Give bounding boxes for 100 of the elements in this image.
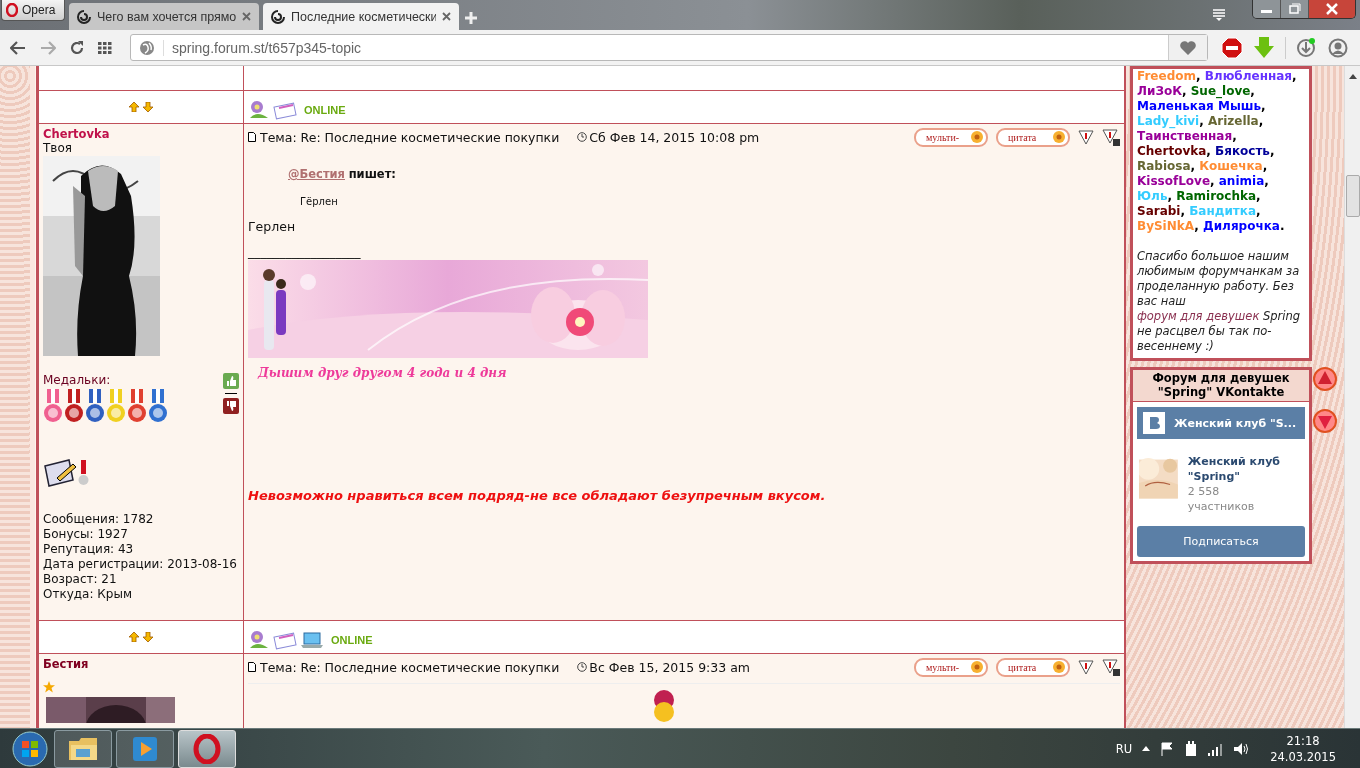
thumbs-up-icon[interactable] [223, 373, 239, 389]
subscribe-button[interactable]: Подписаться [1137, 526, 1305, 557]
profile-icon[interactable] [1328, 37, 1348, 58]
medal-icon [85, 389, 105, 424]
member-link[interactable]: Sarabi [1137, 204, 1181, 218]
author-name[interactable]: Chertovka [43, 127, 110, 141]
member-link[interactable]: Влюбленная [1204, 69, 1292, 83]
punctuation-text: , [1256, 204, 1261, 218]
post-subject[interactable]: Тема: Re: Последние косметические покупки [260, 659, 560, 675]
punctuation-text: , [1256, 189, 1261, 203]
post-date: Сб Фев 14, 2015 10:08 pm [589, 129, 760, 145]
punctuation-text: , [1262, 159, 1268, 173]
post-action-button[interactable]: мульти- [914, 657, 988, 677]
play-icon [131, 734, 159, 763]
maximize-icon[interactable] [1280, 0, 1308, 18]
member-link[interactable]: Sue_love [1190, 84, 1251, 98]
flag-icon[interactable] [1160, 741, 1175, 756]
member-link[interactable]: Rabiosa [1137, 159, 1191, 173]
warning-icon[interactable] [1078, 129, 1094, 145]
medal-icon [64, 389, 84, 424]
post-action-button[interactable]: цитата [996, 657, 1070, 677]
member-link[interactable]: Таинственная [1137, 129, 1233, 143]
locked-warning-icon[interactable] [1102, 658, 1120, 676]
locked-warning-icon[interactable] [1102, 128, 1120, 146]
show-hidden-icons-icon[interactable] [1142, 746, 1151, 751]
taskbar-app-button[interactable] [54, 729, 112, 768]
reload-icon[interactable] [70, 40, 84, 55]
punctuation-text: , [1195, 69, 1201, 83]
start-button[interactable] [10, 730, 50, 767]
punctuation-text: , [1167, 189, 1173, 203]
member-link[interactable]: Дилярочка [1203, 219, 1280, 233]
vk-logo-icon [1143, 412, 1165, 434]
post-action-button[interactable]: цитата [996, 127, 1070, 147]
taskbar-app-button[interactable] [116, 729, 174, 768]
scrollbar[interactable] [1344, 66, 1360, 728]
clock-icon [577, 132, 588, 142]
address-field[interactable]: spring.forum.st/t657p345-topic [130, 34, 1208, 61]
language-indicator[interactable]: RU [1115, 741, 1133, 756]
close-icon[interactable] [242, 12, 251, 21]
member-link[interactable]: KissofLove [1137, 174, 1210, 188]
punctuation-text: , [1190, 159, 1196, 173]
letter-icon[interactable] [273, 100, 297, 120]
arrow-down-icon[interactable] [143, 102, 153, 112]
close-icon[interactable] [1308, 0, 1355, 18]
browser-tab[interactable]: Чего вам хочется прямо [69, 3, 259, 30]
medal-icon [127, 389, 147, 424]
post-action-button[interactable]: мульти- [914, 127, 988, 147]
new-tab-icon[interactable] [465, 12, 477, 24]
widget-title: Форум для девушек "Spring" VKontakte [1133, 370, 1309, 402]
punctuation-text: . [1279, 219, 1285, 233]
clock[interactable]: 21:18 24.03.2015 [1270, 732, 1336, 765]
close-icon[interactable] [442, 12, 451, 21]
group-name[interactable]: Женский клуб "Spring" [1187, 454, 1303, 484]
forum-link[interactable]: форум для девушек [1137, 309, 1260, 323]
laptop-icon[interactable] [300, 630, 324, 650]
thumbs-down-icon[interactable] [223, 398, 239, 414]
flower-icon [1052, 660, 1066, 674]
flower-icon[interactable] [248, 100, 270, 120]
member-link[interactable]: Chertovka [1137, 144, 1207, 158]
member-link[interactable]: animia [1218, 174, 1265, 188]
user-rank: Твоя [43, 141, 72, 155]
opera-logo-icon [193, 733, 221, 764]
member-link[interactable]: Бякость [1215, 144, 1270, 158]
letter-icon[interactable] [273, 630, 297, 650]
arrow-up-icon[interactable] [129, 632, 139, 642]
arrow-up-icon[interactable] [129, 102, 139, 112]
post-subject[interactable]: Тема: Re: Последние косметические покупки [260, 129, 560, 145]
browser-tab[interactable]: Последние косметически [263, 3, 459, 30]
signal-icon[interactable] [1208, 741, 1225, 756]
profile-stat: Репутация: 43 [43, 542, 135, 557]
flower-icon[interactable] [248, 630, 270, 650]
back-icon[interactable] [10, 40, 26, 55]
minimize-icon[interactable] [1253, 0, 1280, 18]
stop-sign-icon[interactable] [1221, 36, 1243, 59]
opera-menu-button[interactable]: Opera [1, 0, 65, 21]
menu-icon[interactable] [1212, 8, 1226, 22]
volume-icon[interactable] [1234, 741, 1251, 756]
post-text: Герлен [248, 219, 297, 234]
arrow-down-icon[interactable] [143, 632, 153, 642]
warning-icon[interactable] [1078, 659, 1094, 675]
quote-author-link[interactable]: @Бестия [288, 167, 345, 181]
member-link[interactable]: Arizella [1207, 114, 1259, 128]
profile-stat: Сообщения: 1782 [43, 512, 155, 527]
post-icon [248, 132, 256, 142]
group-header-bar[interactable]: Женский клуб "S... [1137, 407, 1305, 439]
scrollbar-thumb[interactable] [1345, 175, 1360, 217]
download-icon[interactable] [1296, 37, 1316, 58]
member-link[interactable]: ЛиЗоК [1137, 84, 1182, 98]
member-link[interactable]: Маленькая Мышь [1137, 99, 1262, 113]
scroll-up-arrow-icon[interactable] [1348, 74, 1357, 79]
member-link[interactable]: Ramirochka [1176, 189, 1257, 203]
medals-label: Медальки: [43, 373, 111, 387]
power-plug-icon[interactable] [1184, 740, 1199, 757]
online-status: ONLINE [304, 104, 346, 116]
member-count: 2 558 [1187, 484, 1221, 499]
post-icon [248, 662, 256, 672]
post-date: Вс Фев 15, 2015 9:33 am [589, 659, 751, 675]
swirl-icon [271, 9, 285, 24]
author-name[interactable]: Бестия [43, 657, 89, 671]
speed-dial-icon[interactable] [98, 41, 112, 54]
